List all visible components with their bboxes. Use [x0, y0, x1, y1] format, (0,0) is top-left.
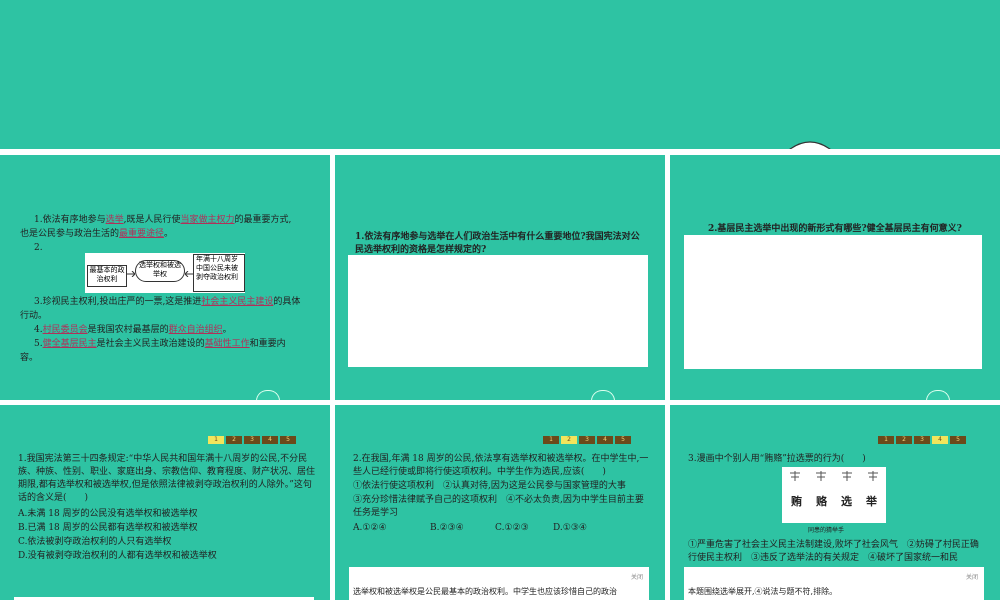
page-indicator: 1 2 3 4 5 — [543, 436, 631, 444]
page-5-button[interactable]: 5 — [280, 436, 296, 444]
option-a[interactable]: A.未满 18 周岁的公民没有选举权和被选举权 — [18, 508, 198, 521]
choice-c[interactable]: C.①②③ — [495, 522, 529, 535]
question-text: 1.依法有序地参与选举在人们政治生活中有什么重要地位?我国宪法对公民选举权利的资… — [355, 232, 640, 255]
exercise-panel-2: 1 2 3 4 5 2.在我国,年满 18 周岁的公民,依法享有选举权和被选举权… — [335, 405, 665, 600]
page-4-button[interactable]: 4 — [932, 436, 948, 444]
question-text: 1.我国宪法第三十四条规定:“中华人民共和国年满十八周岁的公民,不分民族、种族、… — [18, 454, 316, 503]
page-5-button[interactable]: 5 — [615, 436, 631, 444]
option-b[interactable]: B.已满 18 周岁的公民都有选举权和被选举权 — [18, 522, 198, 535]
page-2-button[interactable]: 2 — [896, 436, 912, 444]
page-2-button[interactable]: 2 — [226, 436, 242, 444]
page-2-button[interactable]: 2 — [561, 436, 577, 444]
question-text: 2.在我国,年满 18 周岁的公民,依法享有选举权和被选举权。在中学生中,一些人… — [353, 454, 649, 477]
page-4-button[interactable]: 4 — [597, 436, 613, 444]
panel-bottom-tab — [591, 390, 615, 400]
cartoon-head-decoration — [789, 141, 831, 149]
page-4-button[interactable]: 4 — [262, 436, 278, 444]
panel-bottom-tab — [256, 390, 280, 400]
page-3-button[interactable]: 3 — [914, 436, 930, 444]
top-banner — [0, 0, 1000, 149]
summary-panel: 1.依法有序地参与选举,既是人民行使当家做主权力的最重要方式, 也是公民参与政治… — [0, 155, 330, 400]
exercise-panel-3: 1 2 3 4 5 3.漫画中个别人用“贿赂”拉选票的行为( ) 贿赂选举 同患… — [670, 405, 1000, 600]
answer-text: 本题围绕选举展开,④说法与题不符,排除。 — [688, 587, 838, 596]
page-indicator: 1 2 3 4 5 — [878, 436, 966, 444]
answer-area[interactable] — [684, 235, 982, 369]
choice-d[interactable]: D.①③④ — [553, 522, 587, 535]
diagram-left-box: 最基本的政治权利 — [87, 265, 127, 287]
page-3-button[interactable]: 3 — [579, 436, 595, 444]
statements: ①严重危害了社会主义民主法制建设,败坏了社会风气 ②妨碍了村民正确行使民主权利 … — [688, 540, 979, 563]
answer-popup: 关闭 选举权和被选举权是公民最基本的政治权利。中学生也应该珍惜自己的政治 — [349, 567, 649, 600]
answer-popup: 关闭 本题围绕选举展开,④说法与题不符,排除。 — [684, 567, 984, 600]
page-indicator: 1 2 3 4 5 — [208, 436, 296, 444]
page-3-button[interactable]: 3 — [244, 436, 260, 444]
statements-1: ①依法行使这项权利 ②认真对待,因为这是公民参与国家管理的大事 — [353, 481, 626, 491]
option-d[interactable]: D.没有被剥夺政治权利的人都有选举权和被选举权 — [18, 550, 217, 563]
page-1-button[interactable]: 1 — [878, 436, 894, 444]
cartoon-image: 贿赂选举 — [782, 467, 886, 523]
question-panel-1: 1.依法有序地参与选举在人们政治生活中有什么重要地位?我国宪法对公民选举权利的资… — [335, 155, 665, 400]
page-5-button[interactable]: 5 — [950, 436, 966, 444]
rights-diagram: 最基本的政治权利 选举权和被选举权 年满十八周岁中国公民未被剥夺政治权利 — [85, 253, 245, 293]
close-button[interactable]: 关闭 — [966, 572, 978, 581]
page-1-button[interactable]: 1 — [543, 436, 559, 444]
option-c[interactable]: C.依法被剥夺政治权利的人只有选举权 — [18, 536, 171, 549]
question-text: 3.漫画中个别人用“贿赂”拉选票的行为( ) — [688, 454, 866, 464]
question-panel-2: 2.基层民主选举中出现的新形式有哪些?健全基层民主有何意义? — [670, 155, 1000, 400]
panel-bottom-tab — [926, 390, 950, 400]
diagram-mid-box: 选举权和被选举权 — [135, 260, 185, 282]
exercise-panel-1: 1 2 3 4 5 1.我国宪法第三十四条规定:“中华人民共和国年满十八周岁的公… — [0, 405, 330, 600]
choice-b[interactable]: B.②③④ — [430, 522, 464, 535]
page-1-button[interactable]: 1 — [208, 436, 224, 444]
cartoon-caption: 同患的猜举手 — [808, 527, 845, 534]
close-button[interactable]: 关闭 — [631, 572, 643, 581]
statements-2: ③充分珍惜法律赋予自己的这项权利 ④不必太负责,因为中学生目前主要任务是学习 — [353, 495, 644, 518]
answer-area[interactable] — [348, 255, 648, 367]
answer-text: 选举权和被选举权是公民最基本的政治权利。中学生也应该珍惜自己的政治 — [353, 587, 617, 596]
choice-a[interactable]: A.①②④ — [353, 522, 387, 535]
diagram-right-box: 年满十八周岁中国公民未被剥夺政治权利 — [193, 254, 245, 292]
